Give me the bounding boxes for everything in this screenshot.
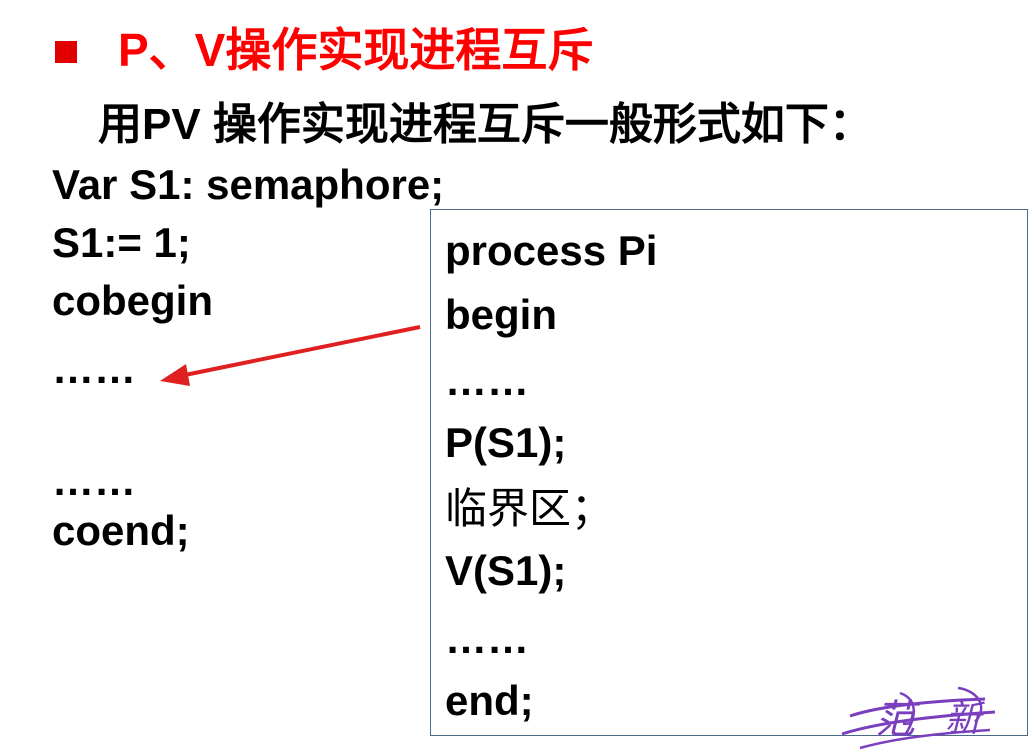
svg-text:范: 范	[875, 697, 921, 743]
arrow-icon	[160, 325, 421, 386]
svg-text:新: 新	[945, 699, 986, 740]
signature-mark: 范 新	[841, 686, 996, 750]
overlay-graphics: 范 新	[160, 325, 996, 750]
